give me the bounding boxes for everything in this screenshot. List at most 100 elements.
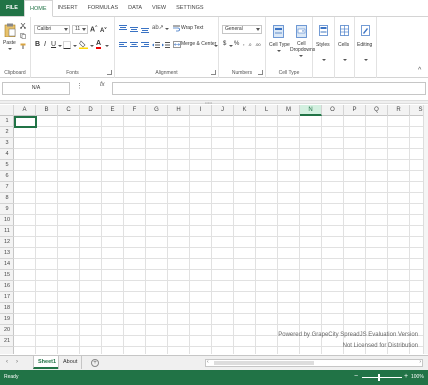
row-header[interactable]: 8 bbox=[0, 193, 14, 204]
row-header[interactable]: 19 bbox=[0, 314, 14, 325]
number-format-select[interactable]: General bbox=[222, 25, 262, 34]
tab-home[interactable]: HOME bbox=[24, 0, 53, 17]
font-color-caret-icon[interactable] bbox=[105, 45, 109, 47]
alignment-launcher-icon[interactable] bbox=[211, 70, 216, 75]
decrease-decimal-icon[interactable]: .00 bbox=[255, 42, 261, 47]
collapse-ribbon-icon[interactable]: ^ bbox=[418, 67, 421, 74]
row-header[interactable]: 13 bbox=[0, 248, 14, 259]
column-header[interactable]: B bbox=[36, 105, 58, 116]
underline-icon[interactable]: U bbox=[51, 41, 56, 48]
formula-input[interactable] bbox=[112, 82, 426, 95]
increase-font-icon[interactable]: A^ bbox=[90, 24, 97, 33]
zoom-slider[interactable] bbox=[362, 377, 402, 378]
zoom-in-icon[interactable]: + bbox=[404, 373, 408, 381]
row-header[interactable]: 15 bbox=[0, 270, 14, 281]
editing-button[interactable]: Editing bbox=[356, 25, 376, 65]
increase-indent-icon[interactable] bbox=[162, 41, 170, 49]
paste-button[interactable]: Paste bbox=[3, 23, 17, 53]
cell-type-button[interactable]: Cell Type bbox=[269, 25, 290, 59]
column-header[interactable]: A bbox=[14, 105, 36, 116]
row-header[interactable]: 14 bbox=[0, 259, 14, 270]
row-header[interactable]: 18 bbox=[0, 303, 14, 314]
row-header[interactable]: 1 bbox=[0, 116, 14, 127]
orientation-icon[interactable]: ab↗ bbox=[152, 24, 164, 31]
align-left-icon[interactable] bbox=[119, 41, 127, 49]
comma-icon[interactable]: , bbox=[243, 41, 245, 47]
row-header[interactable]: 5 bbox=[0, 160, 14, 171]
column-header[interactable]: C bbox=[58, 105, 80, 116]
row-header[interactable]: 3 bbox=[0, 138, 14, 149]
more-icon[interactable]: ⋮ bbox=[76, 82, 83, 90]
fonts-launcher-icon[interactable] bbox=[107, 70, 112, 75]
row-header[interactable]: 21 bbox=[0, 336, 14, 347]
format-painter-icon[interactable] bbox=[20, 43, 26, 49]
sheet-tab-sheet1[interactable]: Sheet1 bbox=[33, 356, 62, 369]
row-header[interactable]: 20 bbox=[0, 325, 14, 336]
column-header[interactable]: N bbox=[300, 105, 322, 116]
merge-center-icon[interactable] bbox=[173, 41, 181, 48]
increase-decimal-icon[interactable]: .0 bbox=[248, 42, 251, 47]
row-header[interactable]: 6 bbox=[0, 171, 14, 182]
column-header[interactable]: Q bbox=[366, 105, 388, 116]
column-header[interactable]: E bbox=[102, 105, 124, 116]
column-header[interactable]: J bbox=[212, 105, 234, 116]
fill-color-caret-icon[interactable] bbox=[90, 45, 94, 47]
font-family-select[interactable]: Calibri bbox=[34, 25, 70, 34]
next-sheet-icon[interactable]: › bbox=[16, 359, 18, 365]
wrap-text-icon[interactable] bbox=[173, 25, 180, 32]
borders-caret-icon[interactable] bbox=[73, 45, 77, 47]
scroll-left-icon[interactable]: ‹ bbox=[207, 359, 209, 365]
copy-icon[interactable] bbox=[20, 33, 26, 39]
zoom-slider-knob[interactable] bbox=[378, 374, 380, 381]
percent-icon[interactable]: % bbox=[234, 41, 239, 47]
row-header[interactable]: 4 bbox=[0, 149, 14, 160]
column-header[interactable]: M bbox=[278, 105, 300, 116]
row-header[interactable]: 7 bbox=[0, 182, 14, 193]
row-header[interactable]: 12 bbox=[0, 237, 14, 248]
select-all-corner[interactable] bbox=[0, 105, 14, 116]
scroll-right-icon[interactable]: › bbox=[419, 359, 421, 365]
decrease-indent-icon[interactable] bbox=[152, 41, 160, 49]
italic-icon[interactable]: I bbox=[44, 41, 46, 48]
cell-area[interactable] bbox=[14, 116, 428, 354]
function-icon[interactable]: fx bbox=[100, 82, 105, 88]
align-bottom-icon[interactable] bbox=[141, 25, 149, 33]
column-header[interactable]: P bbox=[344, 105, 366, 116]
tab-settings[interactable]: SETTINGS bbox=[171, 0, 209, 16]
row-header[interactable]: 9 bbox=[0, 204, 14, 215]
name-box[interactable]: N/A bbox=[2, 82, 70, 95]
tab-view[interactable]: VIEW bbox=[147, 0, 171, 16]
horizontal-scroll-thumb[interactable] bbox=[214, 361, 314, 365]
font-size-select[interactable]: 11 bbox=[72, 25, 88, 34]
cut-icon[interactable] bbox=[20, 23, 26, 29]
borders-icon[interactable] bbox=[63, 41, 71, 49]
column-header[interactable]: H bbox=[168, 105, 190, 116]
currency-caret-icon[interactable] bbox=[229, 45, 233, 47]
numbers-launcher-icon[interactable] bbox=[258, 70, 263, 75]
merge-center-caret-icon[interactable] bbox=[214, 45, 218, 47]
column-header[interactable]: K bbox=[234, 105, 256, 116]
align-center-icon[interactable] bbox=[130, 41, 138, 49]
row-header[interactable]: 17 bbox=[0, 292, 14, 303]
underline-caret-icon[interactable] bbox=[58, 45, 62, 47]
column-header[interactable]: O bbox=[322, 105, 344, 116]
column-header[interactable]: F bbox=[124, 105, 146, 116]
sheet-tab-about[interactable]: About bbox=[58, 356, 83, 369]
row-header[interactable]: 11 bbox=[0, 226, 14, 237]
tab-file[interactable]: FILE bbox=[0, 0, 24, 16]
align-middle-icon[interactable] bbox=[130, 25, 138, 33]
cell-dropdowns-button[interactable]: Cell Dropdowns bbox=[290, 25, 315, 59]
styles-button[interactable]: Styles bbox=[315, 25, 333, 65]
column-header[interactable]: L bbox=[256, 105, 278, 116]
vertical-scrollbar[interactable] bbox=[423, 105, 428, 354]
wrap-text-button[interactable]: Wrap Text bbox=[181, 25, 203, 31]
tab-insert[interactable]: INSERT bbox=[53, 0, 83, 16]
align-top-icon[interactable] bbox=[119, 25, 127, 33]
horizontal-scrollbar[interactable]: ‹ › bbox=[205, 359, 423, 367]
row-header[interactable]: 2 bbox=[0, 127, 14, 138]
column-header[interactable]: R bbox=[388, 105, 410, 116]
decrease-font-icon[interactable]: Av bbox=[100, 25, 107, 34]
bold-icon[interactable]: B bbox=[35, 41, 40, 48]
align-right-icon[interactable] bbox=[141, 41, 149, 49]
column-header[interactable]: G bbox=[146, 105, 168, 116]
